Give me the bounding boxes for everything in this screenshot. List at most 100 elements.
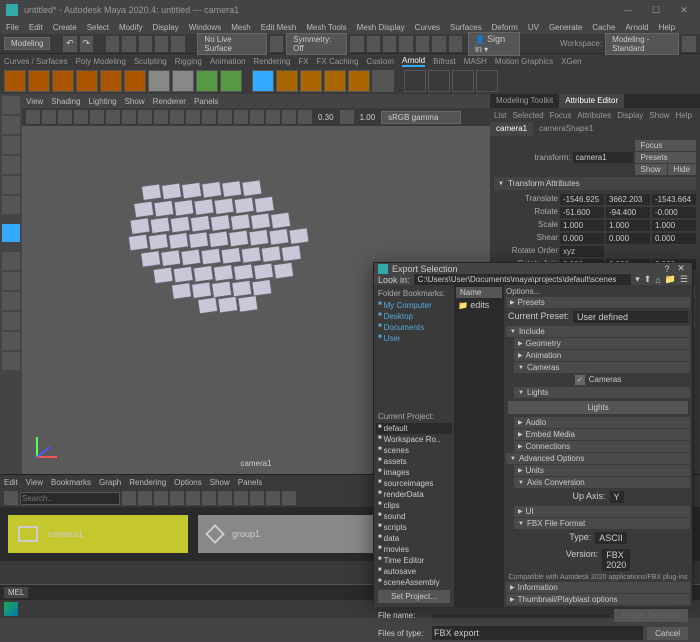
- layout-icon[interactable]: [2, 252, 20, 270]
- layout-icon[interactable]: [2, 224, 20, 242]
- vp-tool-icon[interactable]: [234, 110, 248, 124]
- shelf-icon[interactable]: [476, 70, 498, 92]
- vp-menu-shading[interactable]: Shading: [51, 97, 80, 106]
- vp-tool-icon[interactable]: [106, 110, 120, 124]
- vp-tool-icon[interactable]: [122, 110, 136, 124]
- scale-y[interactable]: 1.000: [606, 220, 650, 231]
- filetype-dropdown[interactable]: FBX export: [432, 626, 643, 640]
- opt-embed[interactable]: Embed Media: [514, 429, 690, 440]
- opt-thumb[interactable]: Thumbnail/Playblast options: [506, 594, 690, 605]
- menu-uv[interactable]: UV: [528, 23, 539, 32]
- ae-menu[interactable]: Display: [617, 111, 643, 120]
- ne-menu[interactable]: Graph: [99, 478, 121, 487]
- opt-fbx[interactable]: FBX File Format: [514, 518, 690, 529]
- project-item[interactable]: autosave: [376, 566, 452, 577]
- shelf-tab[interactable]: XGen: [561, 57, 581, 66]
- tool-icon[interactable]: [682, 36, 695, 52]
- menu-curves[interactable]: Curves: [415, 23, 440, 32]
- hide-button[interactable]: Hide: [668, 164, 696, 175]
- opt-connections[interactable]: Connections: [514, 441, 690, 452]
- scale-z[interactable]: 1.000: [652, 220, 696, 231]
- tab-modeling-toolkit[interactable]: Modeling Toolkit: [490, 94, 559, 108]
- menu-meshtools[interactable]: Mesh Tools: [306, 23, 346, 32]
- ae-menu[interactable]: Help: [675, 111, 691, 120]
- opt-animation[interactable]: Animation: [514, 350, 690, 361]
- menu-arnold[interactable]: Arnold: [625, 23, 648, 32]
- ne-menu[interactable]: Bookmarks: [51, 478, 91, 487]
- project-item[interactable]: scripts: [376, 522, 452, 533]
- vp-tool-icon[interactable]: [266, 110, 280, 124]
- bookmark-item[interactable]: My Computer: [376, 300, 452, 311]
- shelf-icon[interactable]: [348, 70, 370, 92]
- bookmark-item[interactable]: Desktop: [376, 311, 452, 322]
- menu-deform[interactable]: Deform: [492, 23, 518, 32]
- ae-menu[interactable]: Attributes: [577, 111, 611, 120]
- shear-z[interactable]: 0.000: [652, 233, 696, 244]
- vp-tool-icon[interactable]: [154, 110, 168, 124]
- ne-menu[interactable]: Options: [174, 478, 202, 487]
- menu-editmesh[interactable]: Edit Mesh: [261, 23, 297, 32]
- rotate-x[interactable]: -51.600: [560, 207, 604, 218]
- shelf-tab[interactable]: Custom: [366, 57, 394, 66]
- set-project-button[interactable]: Set Project...: [378, 590, 450, 603]
- tool-icon[interactable]: [432, 36, 445, 52]
- project-item[interactable]: Time Editor: [376, 555, 452, 566]
- vp-tool-icon[interactable]: [282, 110, 296, 124]
- tool-icon[interactable]: ↶: [63, 36, 76, 52]
- ne-tool-icon[interactable]: [202, 491, 216, 505]
- view-icon[interactable]: ☰: [680, 274, 688, 285]
- tool-icon[interactable]: [106, 36, 119, 52]
- tool-icon[interactable]: [350, 36, 363, 52]
- menu-file[interactable]: File: [6, 23, 19, 32]
- opt-audio[interactable]: Audio: [514, 417, 690, 428]
- shelf-tab[interactable]: Bifrost: [433, 57, 456, 66]
- tool-icon[interactable]: [122, 36, 135, 52]
- ne-tool-icon[interactable]: [234, 491, 248, 505]
- vp-tool-icon[interactable]: [250, 110, 264, 124]
- shear-y[interactable]: 0.000: [606, 233, 650, 244]
- lasso-tool-icon[interactable]: [2, 116, 20, 134]
- focus-button[interactable]: Focus: [635, 140, 696, 151]
- cameras-checkbox[interactable]: Cameras: [506, 374, 690, 386]
- bookmark-item[interactable]: User: [376, 333, 452, 344]
- project-item[interactable]: scenes: [376, 445, 452, 456]
- mel-toggle[interactable]: MEL: [4, 587, 28, 598]
- tool-icon[interactable]: [171, 36, 184, 52]
- search-input[interactable]: [20, 492, 120, 505]
- vp-menu-view[interactable]: View: [26, 97, 43, 106]
- dialog-close-button[interactable]: ✕: [674, 263, 688, 274]
- cancel-button[interactable]: Cancel: [647, 627, 688, 640]
- tool-icon[interactable]: [270, 36, 283, 52]
- workspace-dropdown[interactable]: Modeling - Standard: [605, 33, 679, 55]
- ne-tool-icon[interactable]: [250, 491, 264, 505]
- ne-menu[interactable]: Rendering: [129, 478, 166, 487]
- opt-geometry[interactable]: Geometry: [514, 338, 690, 349]
- ne-tool-icon[interactable]: [122, 491, 136, 505]
- ne-menu[interactable]: Edit: [4, 478, 18, 487]
- opt-include[interactable]: Include: [506, 326, 690, 337]
- shelf-icon[interactable]: [52, 70, 74, 92]
- type-value[interactable]: ASCII: [595, 532, 627, 544]
- shelf-icon[interactable]: [324, 70, 346, 92]
- layout-icon[interactable]: [2, 292, 20, 310]
- opt-lights[interactable]: Lights: [514, 387, 690, 398]
- ae-menu[interactable]: List: [494, 111, 506, 120]
- ne-tool-icon[interactable]: [138, 491, 152, 505]
- shelf-tab-active[interactable]: Arnold: [402, 56, 425, 67]
- translate-z[interactable]: -1543.664: [652, 194, 696, 205]
- vp-tool-icon[interactable]: [186, 110, 200, 124]
- shelf-icon[interactable]: [196, 70, 218, 92]
- vp-tool-icon[interactable]: [138, 110, 152, 124]
- shelf-tab[interactable]: MASH: [464, 57, 487, 66]
- ne-tool-icon[interactable]: [266, 491, 280, 505]
- shelf-icon[interactable]: [148, 70, 170, 92]
- menu-surfaces[interactable]: Surfaces: [450, 23, 482, 32]
- project-item[interactable]: data: [376, 533, 452, 544]
- tool-icon[interactable]: [155, 36, 168, 52]
- path-field[interactable]: C:\Users\User\Documents\maya\projects\de…: [414, 274, 632, 285]
- tool-icon[interactable]: [367, 36, 380, 52]
- transform-field[interactable]: [573, 152, 633, 163]
- shelf-icon[interactable]: [276, 70, 298, 92]
- scale-tool-icon[interactable]: [2, 196, 20, 214]
- opt-advanced[interactable]: Advanced Options: [506, 453, 690, 464]
